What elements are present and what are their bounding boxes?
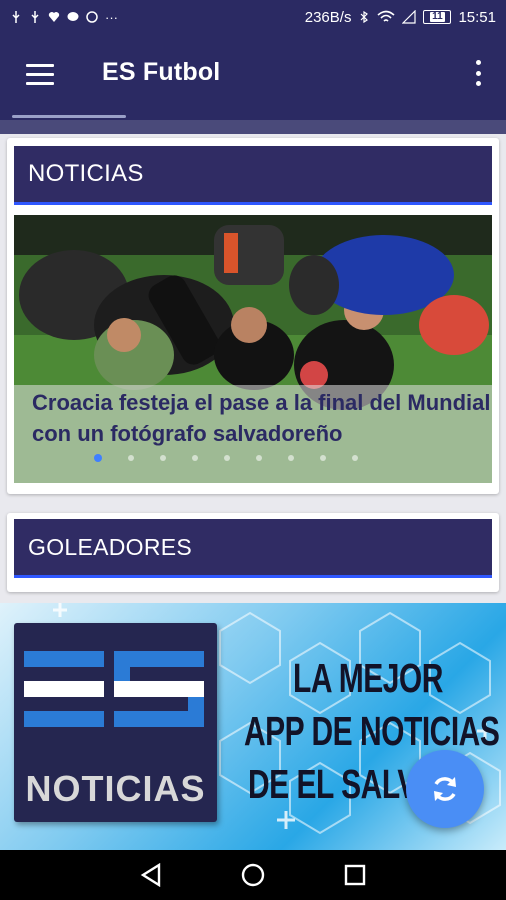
notification-icons: ··· xyxy=(10,10,118,25)
battery-icon: 11 xyxy=(423,10,452,24)
scorers-section-title: GOLEADORES xyxy=(28,533,193,560)
more-vert-icon[interactable] xyxy=(474,60,482,86)
clock: 15:51 xyxy=(458,8,496,26)
scorers-card[interactable]: GOLEADORES xyxy=(7,513,499,592)
usb-icon xyxy=(12,11,20,23)
es-logo-mark xyxy=(24,651,204,727)
heart-icon xyxy=(48,12,60,22)
usb-icon xyxy=(31,11,39,23)
bluetooth-icon xyxy=(361,11,369,23)
slide-dot[interactable] xyxy=(288,455,294,461)
news-slide[interactable]: Croacia festeja el pase a la final del M… xyxy=(14,215,492,483)
slide-dot[interactable] xyxy=(94,454,102,462)
slide-indicator xyxy=(94,454,358,462)
scorers-section-header: GOLEADORES xyxy=(14,519,492,578)
news-section-header: NOTICIAS xyxy=(14,146,492,205)
app-title: ES Futbol xyxy=(102,58,221,86)
news-card: NOTICIAS Croacia festeja el pase a la fi… xyxy=(7,138,499,494)
slide-dot[interactable] xyxy=(256,455,262,461)
app-bar-shadow xyxy=(0,120,506,134)
slide-dot[interactable] xyxy=(128,455,134,461)
back-icon[interactable] xyxy=(136,860,166,890)
whatsapp-icon xyxy=(86,11,98,23)
slide-dot[interactable] xyxy=(192,455,198,461)
slide-dot[interactable] xyxy=(320,455,326,461)
news-caption: Croacia festeja el pase a la final del M… xyxy=(32,390,491,446)
slogan-line-2: APP DE NOTICIAS xyxy=(244,710,500,755)
system-nav-bar xyxy=(0,850,506,900)
app-bar: ES Futbol xyxy=(0,34,506,120)
slide-dot[interactable] xyxy=(160,455,166,461)
refresh-icon xyxy=(434,777,456,801)
more-notifications-icon: ··· xyxy=(105,9,118,25)
wifi-icon xyxy=(377,10,395,22)
hamburger-menu-icon[interactable] xyxy=(26,64,54,86)
tab-indicator xyxy=(12,115,126,118)
messenger-icon xyxy=(67,12,79,21)
slogan-line-1: LA MEJOR xyxy=(293,657,443,702)
network-speed: 236B/s xyxy=(304,8,352,26)
home-icon[interactable] xyxy=(238,860,268,890)
slide-dot[interactable] xyxy=(352,455,358,461)
signal-icon xyxy=(402,10,417,24)
slide-dot[interactable] xyxy=(224,455,230,461)
logo-text: NOTICIAS xyxy=(25,768,206,809)
recents-icon[interactable] xyxy=(340,860,370,890)
news-section-title: NOTICIAS xyxy=(28,160,144,187)
status-bar: ··· 236B/s 11 15:51 xyxy=(0,0,506,34)
refresh-button[interactable] xyxy=(406,750,484,828)
es-noticias-logo: NOTICIAS xyxy=(14,623,217,822)
